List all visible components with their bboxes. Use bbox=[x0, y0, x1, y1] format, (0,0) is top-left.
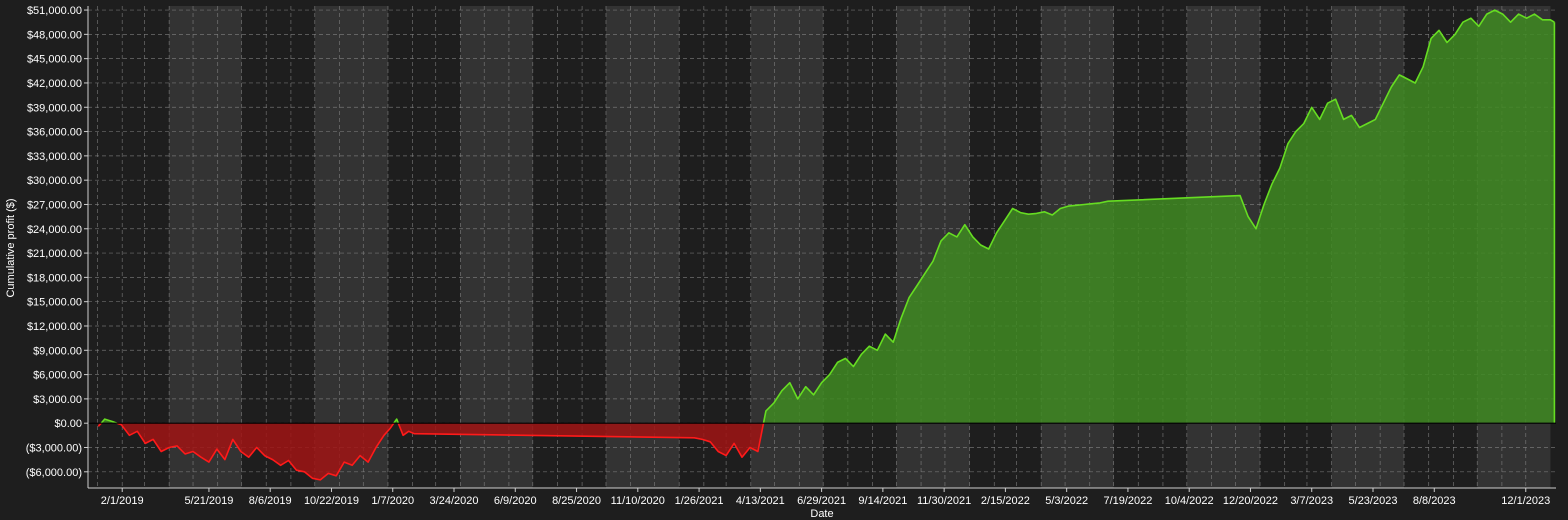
x-tick-label: 5/21/2019 bbox=[184, 495, 233, 507]
y-tick-label: $39,000.00 bbox=[27, 102, 82, 114]
x-tick-label: 8/8/2023 bbox=[1413, 495, 1456, 507]
x-tick-label: 6/9/2020 bbox=[494, 495, 537, 507]
cumulative-profit-chart: $51,000.00 $48,000.00 $45,000.00 $42,000.00… bbox=[0, 0, 1568, 520]
x-tick-label: 9/14/2021 bbox=[858, 495, 907, 507]
x-tick-label: 10/22/2019 bbox=[304, 495, 359, 507]
x-tick-label: 8/6/2019 bbox=[249, 495, 292, 507]
x-tick-label: 3/7/2023 bbox=[1290, 495, 1333, 507]
x-tick-label: 5/23/2023 bbox=[1349, 495, 1398, 507]
y-tick-label: $42,000.00 bbox=[27, 78, 82, 90]
x-tick-label: 5/3/2022 bbox=[1045, 495, 1088, 507]
x-tick-label: 1/26/2021 bbox=[675, 495, 724, 507]
y-tick-label: ($6,000.00) bbox=[26, 467, 82, 479]
band bbox=[314, 6, 388, 488]
y-tick-label: $48,000.00 bbox=[27, 29, 82, 41]
y-tick-label: $30,000.00 bbox=[27, 175, 82, 187]
y-tick-label: $45,000.00 bbox=[27, 54, 82, 66]
y-tick-label: $33,000.00 bbox=[27, 151, 82, 163]
x-tick-label: 6/29/2021 bbox=[797, 495, 846, 507]
band bbox=[605, 6, 680, 488]
y-tick-label: $18,000.00 bbox=[27, 272, 82, 284]
x-tick-label: 12/1/2023 bbox=[1501, 495, 1550, 507]
x-tick-labels: 2/1/2019 5/21/2019 8/6/2019 10/22/2019 1/7/2… bbox=[101, 495, 1550, 507]
y-tick-label: $51,000.00 bbox=[27, 5, 82, 17]
band bbox=[169, 6, 242, 488]
y-tick-label: $27,000.00 bbox=[27, 199, 82, 211]
x-tick-label: 11/30/2021 bbox=[917, 495, 971, 507]
y-tick-label: $9,000.00 bbox=[33, 345, 82, 357]
y-tick-label: $12,000.00 bbox=[27, 321, 82, 333]
y-axis-title: Cumulative profit ($) bbox=[5, 198, 17, 297]
x-tick-label: 11/10/2020 bbox=[611, 495, 665, 507]
y-tick-label: $6,000.00 bbox=[33, 370, 82, 382]
y-tick-label: $3,000.00 bbox=[33, 394, 82, 406]
y-tick-label: ($3,000.00) bbox=[26, 442, 82, 454]
x-tick-label: 10/4/2022 bbox=[1165, 495, 1214, 507]
y-tick-label: $21,000.00 bbox=[27, 248, 82, 260]
x-tick-label: 7/19/2022 bbox=[1103, 495, 1152, 507]
y-tick-label: $0.00 bbox=[54, 418, 82, 430]
x-tick-label: 2/1/2019 bbox=[101, 495, 144, 507]
y-tick-label: $36,000.00 bbox=[27, 127, 82, 139]
y-tick-label: $15,000.00 bbox=[27, 297, 82, 309]
y-tick-label: $24,000.00 bbox=[27, 224, 82, 236]
x-tick-label: 2/15/2022 bbox=[981, 495, 1030, 507]
x-tick-label: 3/24/2020 bbox=[430, 495, 479, 507]
x-tick-label: 12/20/2022 bbox=[1223, 495, 1278, 507]
x-tick-label: 4/13/2021 bbox=[736, 495, 785, 507]
x-tick-label: 8/25/2020 bbox=[552, 495, 601, 507]
x-axis-title: Date bbox=[810, 508, 833, 520]
x-tick-label: 1/7/2020 bbox=[371, 495, 414, 507]
band bbox=[460, 6, 533, 488]
